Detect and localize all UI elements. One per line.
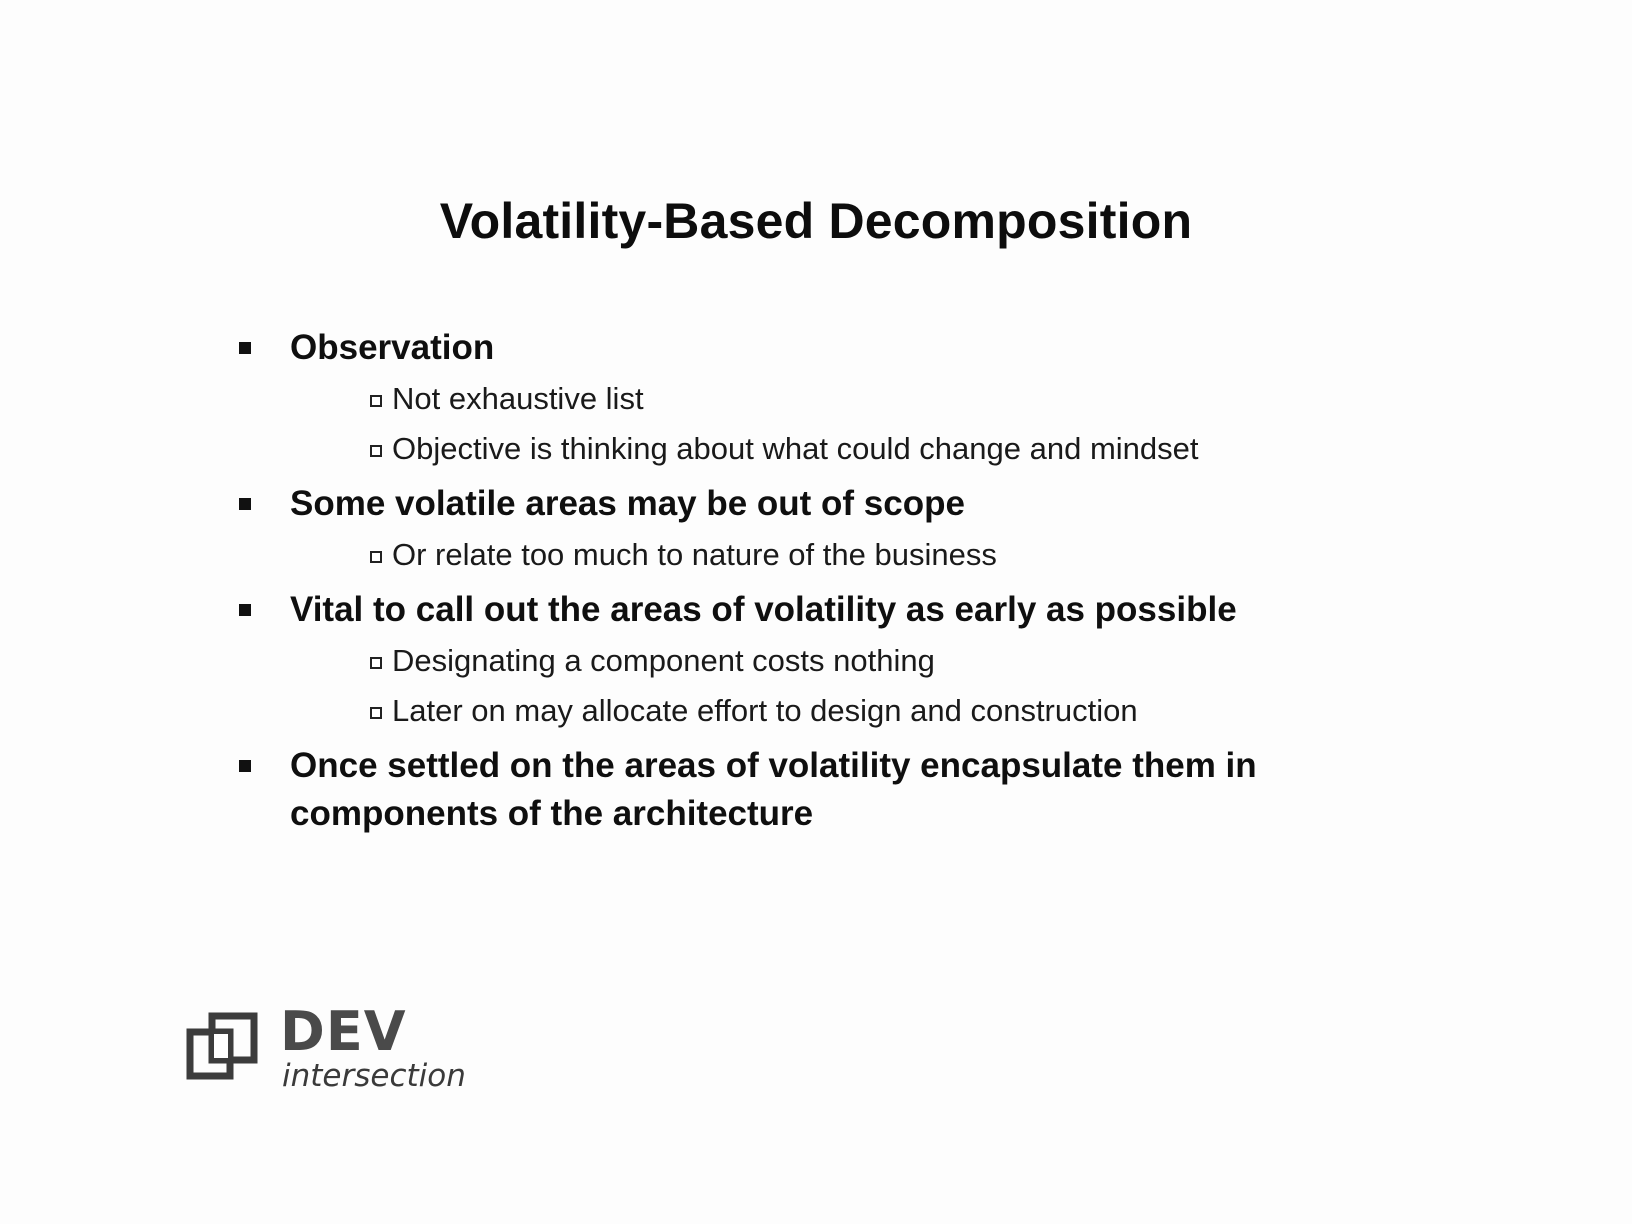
sub-bullet-text: Objective is thinking about what could c… (392, 431, 1199, 466)
logo-subtitle: intersection (282, 1058, 466, 1094)
bullet-item: Vital to call out the areas of volatilit… (232, 586, 1462, 736)
bullet-list: Observation Not exhaustive list Objectiv… (232, 324, 1462, 838)
sub-bullet-text: Not exhaustive list (392, 381, 644, 416)
bullet-text: Vital to call out the areas of volatilit… (290, 590, 1237, 629)
sub-bullet-text: Designating a component costs nothing (392, 643, 935, 678)
dev-intersection-logo: DEV intersection (186, 1000, 466, 1096)
slide-title: Volatility-Based Decomposition (439, 193, 1193, 249)
hollow-square-bullet-icon (370, 707, 382, 719)
bullet-text: Some volatile areas may be out of scope (290, 484, 965, 523)
bullet-item: Some volatile areas may be out of scope … (232, 480, 1462, 580)
sub-bullet-list: Designating a component costs nothing La… (290, 636, 1462, 736)
hollow-square-bullet-icon (370, 445, 382, 457)
logo-name: DEV (280, 1000, 407, 1063)
sub-bullet-text: Later on may allocate effort to design a… (392, 693, 1138, 728)
sub-bullet-item: Not exhaustive list (290, 374, 1462, 424)
sub-bullet-item: Designating a component costs nothing (290, 636, 1462, 686)
hollow-square-bullet-icon (370, 395, 382, 407)
square-bullet-icon (239, 342, 251, 354)
hollow-square-bullet-icon (370, 551, 382, 563)
bullet-item: Observation Not exhaustive list Objectiv… (232, 324, 1462, 474)
square-bullet-icon (239, 604, 251, 616)
slide-page: Volatility-Based Decomposition Observati… (0, 0, 1632, 1224)
sub-bullet-list: Or relate too much to nature of the busi… (290, 530, 1462, 580)
bullet-text: Once settled on the areas of volatility … (290, 746, 1257, 833)
sub-bullet-item: Objective is thinking about what could c… (290, 424, 1462, 474)
sub-bullet-text: Or relate too much to nature of the busi… (392, 537, 997, 572)
square-bullet-icon (239, 498, 251, 510)
interlocking-squares-logo-icon (186, 1012, 258, 1080)
square-bullet-icon (239, 760, 251, 772)
sub-bullet-item: Later on may allocate effort to design a… (290, 686, 1462, 736)
bullet-item: Once settled on the areas of volatility … (232, 742, 1462, 838)
bullet-text: Observation (290, 328, 495, 367)
sub-bullet-item: Or relate too much to nature of the busi… (290, 530, 1462, 580)
sub-bullet-list: Not exhaustive list Objective is thinkin… (290, 374, 1462, 474)
hollow-square-bullet-icon (370, 657, 382, 669)
